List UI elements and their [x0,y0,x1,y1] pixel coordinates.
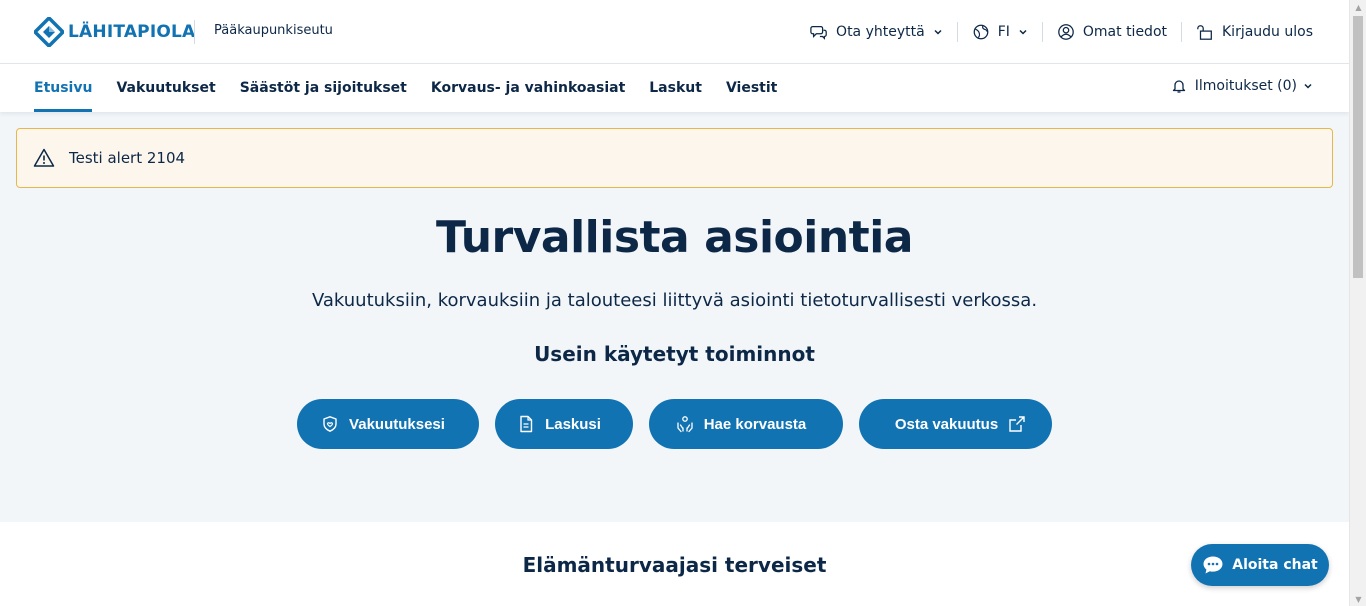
external-link-icon [1009,416,1025,432]
lahitapiola-logo-icon [34,17,64,47]
osta-vakuutus-button[interactable]: Osta vakuutus [859,399,1052,449]
button-label: Osta vakuutus [894,415,999,433]
warning-icon [33,148,55,167]
language-menu[interactable]: FI [958,20,1042,44]
nav-items: Etusivu Vakuutukset Säästöt ja sijoituks… [34,64,801,112]
hero-title: Turvallista asiointia [436,212,913,263]
document-icon [520,415,533,433]
chat-icon [1203,556,1223,574]
contact-label: Ota yhteyttä [836,24,925,40]
nav-item-laskut[interactable]: Laskut [649,64,702,112]
hero-section: Testi alert 2104 Turvallista asiointia V… [0,112,1349,522]
brand-name: LÄHITAPIOLA [68,22,196,42]
main-nav: Etusivu Vakuutukset Säästöt ja sijoituks… [0,64,1349,112]
page: LÄHITAPIOLA Pääkaupunkiseutu Ota yhteytt… [0,0,1349,606]
section-title: Elämänturvaajasi terveiset [522,553,827,577]
chat-bubbles-icon [810,25,827,40]
hae-korvausta-button[interactable]: Hae korvausta [649,399,843,449]
profile-link[interactable]: Omat tiedot [1043,20,1181,44]
button-label: Vakuutuksesi [349,415,445,433]
notifications-menu[interactable]: Ilmoitukset (0) [1171,78,1313,94]
region-label: Pääkaupunkiseutu [214,23,333,38]
profile-label: Omat tiedot [1082,24,1167,40]
user-circle-icon [1058,24,1074,40]
nav-item-viestit[interactable]: Viestit [726,64,777,112]
vakuutuksesi-button[interactable]: Vakuutuksesi [297,399,479,449]
bell-icon [1172,80,1185,93]
quick-actions: Vakuutuksesi Laskusi Hae korvausta Osta … [0,399,1349,449]
nav-item-korvaus[interactable]: Korvaus- ja vahinkoasiat [431,64,625,112]
unlock-icon [1197,25,1212,40]
button-label: Laskusi [545,415,601,433]
button-label: Hae korvausta [703,415,807,433]
header-divider [194,20,195,44]
chevron-down-icon [1304,83,1312,89]
globe-icon [973,24,989,40]
brand-logo[interactable]: LÄHITAPIOLA [34,17,195,47]
scroll-thumb[interactable] [1353,16,1363,278]
chat-label: Aloita chat [1232,557,1318,573]
hero-subtitle: Vakuutuksiin, korvauksiin ja talouteesi … [311,290,1038,311]
alert-text: Testi alert 2104 [69,149,186,167]
scroll-up-arrow[interactable]: ▲ [1350,0,1366,14]
scroll-down-arrow[interactable]: ▼ [1350,592,1366,606]
chevron-down-icon [934,29,942,35]
language-label: FI [997,24,1010,40]
frequent-actions-title: Usein käytetyt toiminnot [534,342,815,366]
logout-link[interactable]: Kirjaudu ulos [1182,20,1313,44]
contact-menu[interactable]: Ota yhteyttä [796,20,957,44]
header-actions: Ota yhteyttä FI Omat tiedot Kirjaudu ulo… [796,20,1313,44]
start-chat-button[interactable]: Aloita chat [1191,544,1329,586]
nav-item-saastot[interactable]: Säästöt ja sijoitukset [240,64,407,112]
nav-item-vakuutukset[interactable]: Vakuutukset [116,64,215,112]
page-scrollbar[interactable]: ▲ ▼ [1349,0,1366,606]
notifications-label: Ilmoitukset (0) [1194,78,1297,94]
logout-label: Kirjaudu ulos [1222,24,1313,40]
nav-item-etusivu[interactable]: Etusivu [34,64,93,112]
hands-icon [677,416,693,433]
chevron-down-icon [1019,29,1027,35]
shield-icon [323,416,337,432]
alert-banner: Testi alert 2104 [16,128,1333,188]
top-header: LÄHITAPIOLA Pääkaupunkiseutu Ota yhteytt… [0,0,1349,64]
laskusi-button[interactable]: Laskusi [495,399,633,449]
